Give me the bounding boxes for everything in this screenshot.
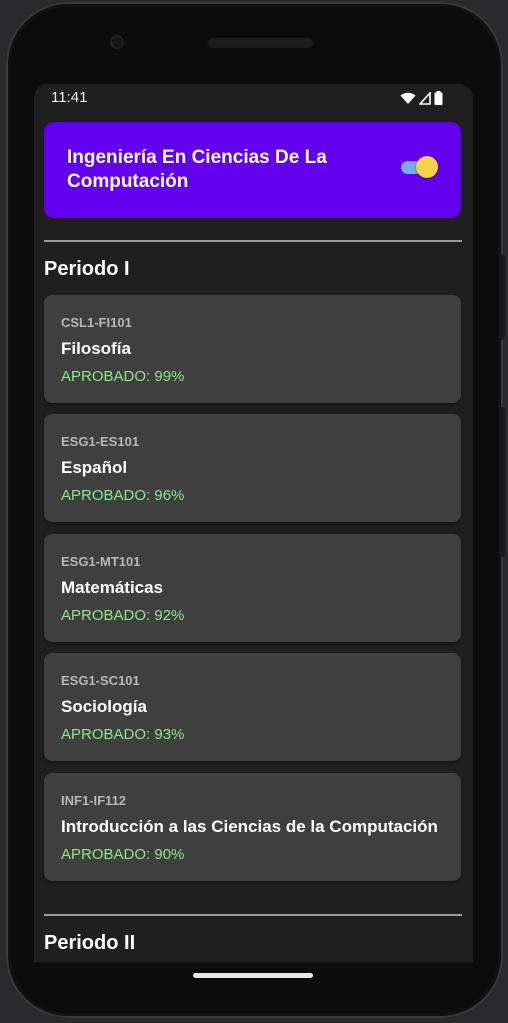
course-status: APROBADO: 90% xyxy=(61,846,185,863)
status-bar: 11:41 xyxy=(34,84,473,112)
navigation-bar xyxy=(34,962,473,990)
career-header-card: Ingeniería En Ciencias De La Computación xyxy=(44,122,461,218)
wifi-icon xyxy=(400,92,416,104)
course-card[interactable]: ESG1-ES101 Español APROBADO: 96% xyxy=(44,414,461,522)
course-status: APROBADO: 92% xyxy=(61,607,185,624)
course-name: Sociología xyxy=(61,697,147,716)
home-gesture-handle[interactable] xyxy=(193,973,313,978)
theme-toggle-switch[interactable] xyxy=(401,156,438,178)
career-title: Ingeniería En Ciencias De La Computación xyxy=(67,147,327,192)
volume-button xyxy=(499,407,505,557)
course-name: Introducción a las Ciencias de la Comput… xyxy=(61,817,438,836)
course-name: Matemáticas xyxy=(61,578,164,597)
course-code: ESG1-ES101 xyxy=(61,434,140,449)
course-status: APROBADO: 93% xyxy=(61,726,185,743)
earpiece-speaker xyxy=(207,36,314,48)
course-status: APROBADO: 96% xyxy=(61,487,185,504)
course-card[interactable]: INF1-IF112 Introducción a las Ciencias d… xyxy=(44,773,461,881)
period-title: Periodo II xyxy=(44,932,136,954)
course-code: CSL1-FI101 xyxy=(61,315,132,330)
app-screen: 11:41 Ingeniería En Ciencias De La Compu… xyxy=(34,84,473,962)
course-card[interactable]: ESG1-MT101 Matemáticas APROBADO: 92% xyxy=(44,534,461,642)
cell-signal-icon xyxy=(419,91,431,105)
course-card[interactable]: CSL1-FI101 Filosofía APROBADO: 99% xyxy=(44,295,461,403)
course-name: Filosofía xyxy=(61,339,131,358)
status-time: 11:41 xyxy=(51,89,88,106)
battery-icon xyxy=(434,91,443,105)
course-code: INF1-IF112 xyxy=(61,793,127,808)
front-camera xyxy=(110,35,124,49)
course-status: APROBADO: 99% xyxy=(61,368,185,385)
power-button xyxy=(499,254,505,340)
status-icons xyxy=(400,91,443,105)
section-divider xyxy=(44,240,462,242)
section-divider xyxy=(44,914,462,916)
course-code: ESG1-MT101 xyxy=(61,554,141,569)
course-code: ESG1-SC101 xyxy=(61,673,140,688)
toggle-thumb xyxy=(416,156,438,178)
course-card[interactable]: ESG1-SC101 Sociología APROBADO: 93% xyxy=(44,653,461,761)
period-title: Periodo I xyxy=(44,258,130,280)
course-name: Español xyxy=(61,458,128,477)
